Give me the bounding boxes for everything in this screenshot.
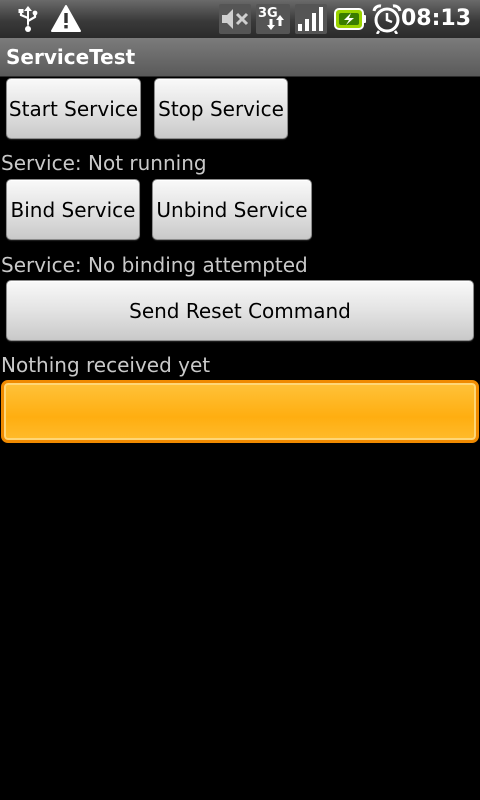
send-reset-command-button[interactable]: Send Reset Command — [6, 280, 474, 341]
usb-icon — [18, 6, 38, 32]
signal-strength-icon — [295, 4, 327, 34]
battery-charging-icon — [334, 8, 366, 30]
svg-text:3G: 3G — [258, 6, 278, 21]
app-title-bar: ServiceTest — [0, 38, 480, 77]
status-bar-time: 08:13 — [400, 6, 471, 31]
message-input-field[interactable] — [1, 380, 479, 443]
stop-service-button[interactable]: Stop Service — [154, 78, 288, 139]
app-title: ServiceTest — [6, 45, 136, 69]
bind-service-button[interactable]: Bind Service — [6, 179, 140, 240]
mute-icon — [219, 4, 251, 34]
start-service-button[interactable]: Start Service — [6, 78, 141, 139]
unbind-service-button[interactable]: Unbind Service — [152, 179, 312, 240]
alarm-clock-icon — [372, 4, 402, 34]
3g-data-icon: 3G — [256, 4, 290, 34]
received-status-text: Nothing received yet — [1, 353, 211, 377]
warning-icon — [51, 5, 81, 32]
service-status-text: Service: Not running — [1, 151, 207, 175]
status-bar: 3G 08:13 — [0, 0, 480, 39]
binding-status-text: Service: No binding attempted — [1, 253, 308, 277]
